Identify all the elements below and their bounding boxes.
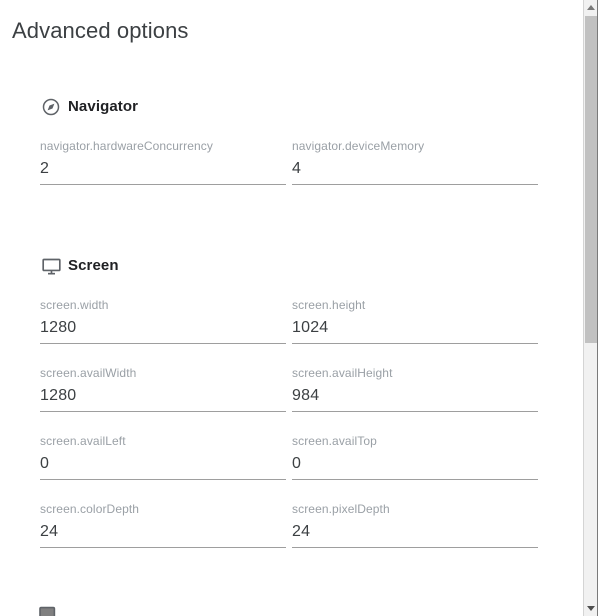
section-navigator: Navigator navigator.hardwareConcurrency … (0, 95, 583, 192)
options-content: Navigator navigator.hardwareConcurrency … (0, 95, 583, 561)
field-row: navigator.hardwareConcurrency 2 navigato… (0, 130, 543, 192)
field-input-underline[interactable]: 0 (40, 451, 286, 480)
field-input-underline[interactable]: 1024 (292, 315, 538, 344)
field-value[interactable]: 1280 (40, 383, 286, 409)
field-input-underline[interactable]: 0 (292, 451, 538, 480)
scroll-thumb[interactable] (585, 16, 597, 343)
field-screen-width: screen.width 1280 (40, 289, 286, 357)
field-label: screen.availTop (292, 434, 377, 448)
field-value[interactable]: 2 (40, 156, 286, 182)
fields-navigator: navigator.hardwareConcurrency 2 navigato… (0, 130, 583, 192)
field-value[interactable]: 984 (292, 383, 538, 409)
field-label: screen.height (292, 298, 366, 312)
field-row: screen.availWidth 1280 screen.availHeigh… (0, 357, 543, 425)
scroll-up-arrow[interactable] (584, 0, 598, 15)
field-value[interactable]: 24 (40, 519, 286, 545)
field-screen-availtop: screen.availTop 0 (292, 425, 538, 493)
field-input-underline[interactable]: 2 (40, 156, 286, 185)
field-label: screen.colorDepth (40, 502, 140, 516)
scroll-down-arrow[interactable] (584, 601, 598, 616)
field-label: screen.availWidth (40, 366, 137, 380)
field-screen-availleft: screen.availLeft 0 (40, 425, 286, 493)
field-input-underline[interactable]: 24 (292, 519, 538, 548)
field-input-underline[interactable]: 984 (292, 383, 538, 412)
field-input-underline[interactable]: 1280 (40, 315, 286, 344)
field-navigator-devicememory: navigator.deviceMemory 4 (292, 130, 538, 192)
field-label: screen.pixelDepth (292, 502, 390, 516)
field-value[interactable]: 0 (292, 451, 538, 477)
field-row: screen.availLeft 0 screen.availTop 0 (0, 425, 543, 493)
section-divider-space (0, 192, 583, 254)
field-label: screen.availHeight (292, 366, 393, 380)
field-navigator-hardwareconcurrency: navigator.hardwareConcurrency 2 (40, 130, 286, 192)
next-section-icon-partial (38, 606, 58, 616)
field-value[interactable]: 24 (292, 519, 538, 545)
field-screen-availwidth: screen.availWidth 1280 (40, 357, 286, 425)
section-header-screen: Screen (40, 254, 583, 278)
page-title: Advanced options (12, 18, 189, 43)
field-value[interactable]: 1024 (292, 315, 538, 341)
section-screen: Screen screen.width 1280 screen.height 1… (0, 254, 583, 561)
field-label: screen.width (40, 298, 109, 312)
field-label: navigator.hardwareConcurrency (40, 139, 213, 153)
field-value[interactable]: 1280 (40, 315, 286, 341)
field-value[interactable]: 0 (40, 451, 286, 477)
field-screen-pixeldepth: screen.pixelDepth 24 (292, 493, 538, 561)
field-input-underline[interactable]: 4 (292, 156, 538, 185)
field-screen-colordepth: screen.colorDepth 24 (40, 493, 286, 561)
field-row: screen.colorDepth 24 screen.pixelDepth 2… (0, 493, 543, 561)
field-input-underline[interactable]: 1280 (40, 383, 286, 412)
section-title-screen: Screen (68, 257, 119, 274)
vertical-scrollbar[interactable] (583, 0, 598, 616)
section-header-navigator: Navigator (40, 95, 583, 119)
field-screen-availheight: screen.availHeight 984 (292, 357, 538, 425)
field-label: navigator.deviceMemory (292, 139, 425, 153)
fields-screen: screen.width 1280 screen.height 1024 scr… (0, 289, 583, 561)
field-value[interactable]: 4 (292, 156, 538, 182)
field-label: screen.availLeft (40, 434, 126, 448)
field-row: screen.width 1280 screen.height 1024 (0, 289, 543, 357)
advanced-options-panel: Advanced options Navigator navigator.har… (0, 0, 583, 616)
compass-icon (40, 96, 62, 118)
desktop-monitor-icon (40, 255, 62, 277)
field-input-underline[interactable]: 24 (40, 519, 286, 548)
section-title-navigator: Navigator (68, 98, 139, 115)
field-screen-height: screen.height 1024 (292, 289, 538, 357)
